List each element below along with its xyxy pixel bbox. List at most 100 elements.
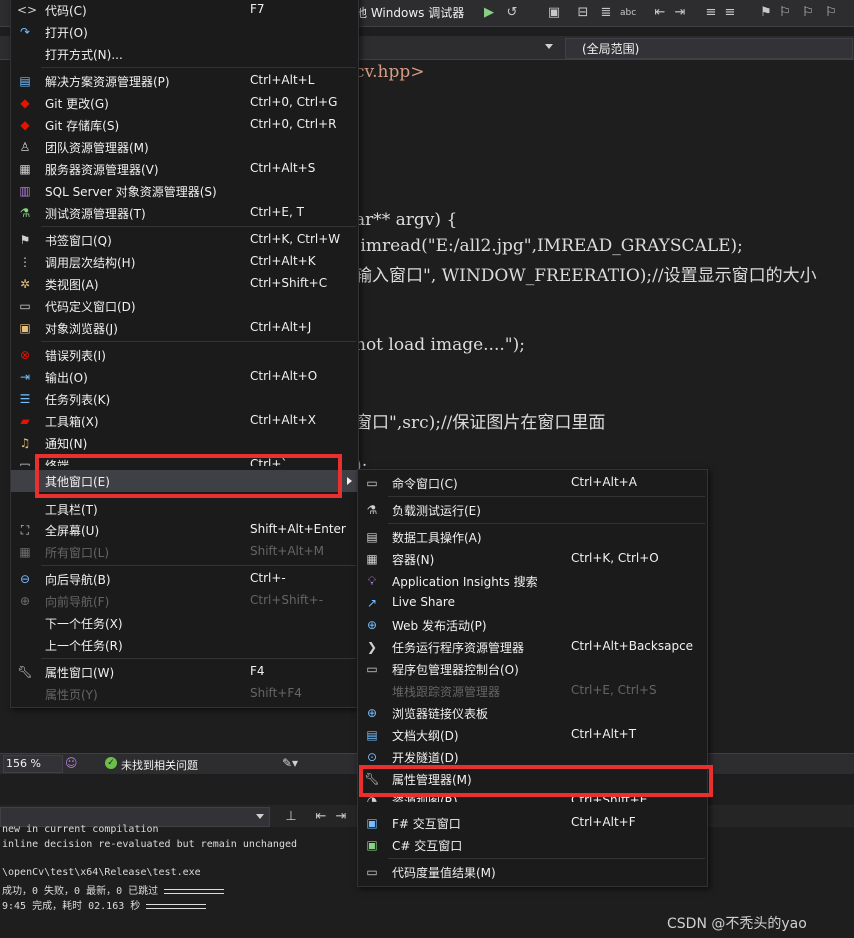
submenu-item-csharp-interactive[interactable]: ▣ C# 交互窗口 bbox=[358, 834, 707, 856]
next-bookmark-icon[interactable]: ⚐ bbox=[800, 5, 816, 21]
object-browser-icon: ▣ bbox=[19, 321, 31, 335]
menu-item-team-explorer[interactable]: ♙ 团队资源管理器(M) bbox=[11, 136, 358, 158]
submenu-item-live-share[interactable]: ↗ Live Share bbox=[358, 592, 707, 614]
menu-item-bookmark-window[interactable]: ⚑ 书签窗口(Q) Ctrl+K, Ctrl+W bbox=[11, 229, 358, 251]
scope-label: (全局范围) bbox=[582, 42, 640, 56]
output-icon: ⇥ bbox=[19, 370, 31, 384]
csharp-interactive-icon: ▣ bbox=[366, 838, 378, 852]
notification-icon: ♫ bbox=[19, 436, 31, 450]
menu-item-toolbars[interactable]: 工具栏(T) bbox=[11, 498, 358, 520]
comment-icon[interactable]: ≡ bbox=[703, 5, 719, 21]
chevron-down-icon[interactable] bbox=[256, 814, 264, 819]
git-repo-icon: ◆ bbox=[20, 118, 30, 132]
bookmark-toolbar-icon[interactable]: ⚑ bbox=[758, 5, 774, 21]
command-window-icon: ▭ bbox=[366, 476, 378, 490]
submenu-item-document-outline[interactable]: ▤ 文档大纲(D) Ctrl+Alt+T bbox=[358, 724, 707, 746]
next-message-icon[interactable]: ⇥ bbox=[333, 809, 349, 825]
fullscreen-icon: ⛶ bbox=[20, 523, 30, 537]
menu-item-code-definition[interactable]: ▭ 代码定义窗口(D) bbox=[11, 295, 358, 317]
menu-item-git-changes[interactable]: ◆ Git 更改(G) Ctrl+0, Ctrl+G bbox=[11, 92, 358, 114]
prev-message-icon[interactable]: ⇤ bbox=[313, 809, 329, 825]
test-explorer-icon: ⚗ bbox=[19, 206, 31, 220]
menu-item-notifications[interactable]: ♫ 通知(N) bbox=[11, 432, 358, 454]
menu-item-class-view[interactable]: ✲ 类视图(A) Ctrl+Shift+C bbox=[11, 273, 358, 295]
watermark: CSDN @不秃头的yao bbox=[667, 916, 807, 932]
menu-item-navigate-back[interactable]: ⊖ 向后导航(B) Ctrl+- bbox=[11, 568, 358, 590]
submenu-item-fsharp-interactive[interactable]: ▣ F# 交互窗口 Ctrl+Alt+F bbox=[358, 812, 707, 834]
submenu-item-stack-trace[interactable]: 堆栈跟踪资源管理器 Ctrl+E, Ctrl+S bbox=[358, 680, 707, 702]
bookmark-icon: ⚑ bbox=[19, 233, 31, 247]
navigate-forward-icon: ⊕ bbox=[19, 594, 31, 608]
step-over-icon[interactable]: ⇥ bbox=[672, 5, 688, 21]
menu-item-test-explorer[interactable]: ⚗ 测试资源管理器(T) Ctrl+E, T bbox=[11, 202, 358, 224]
submenu-item-package-console[interactable]: ▭ 程序包管理器控制台(O) bbox=[358, 658, 707, 680]
menu-item-toolbox[interactable]: ▰ 工具箱(X) Ctrl+Alt+X bbox=[11, 410, 358, 432]
menu-item-property-pages[interactable]: 属性页(Y) Shift+F4 bbox=[11, 683, 358, 705]
uncomment-icon[interactable]: ≡ bbox=[722, 5, 738, 21]
terminal-icon: ▭ bbox=[19, 458, 31, 466]
check-icon: ✓ bbox=[105, 757, 117, 769]
team-explorer-icon: ♙ bbox=[19, 140, 31, 154]
code-line: cv.hpp> bbox=[355, 62, 425, 82]
clear-bookmarks-icon[interactable]: ⚐ bbox=[823, 5, 839, 21]
menu-item-git-repository[interactable]: ◆ Git 存储库(S) Ctrl+0, Ctrl+R bbox=[11, 114, 358, 136]
menu-item-sql-server[interactable]: ▥ SQL Server 对象资源管理器(S) bbox=[11, 180, 358, 202]
submenu-item-task-runner[interactable]: ❯ 任务运行程序资源管理器 Ctrl+Alt+Backsapce bbox=[358, 636, 707, 658]
code-metrics-icon: ▭ bbox=[366, 865, 378, 879]
menu-item-error-list[interactable]: ⊗ 错误列表(I) bbox=[11, 344, 358, 366]
menu-item-solution-explorer[interactable]: ▤ 解决方案资源管理器(P) Ctrl+Alt+L bbox=[11, 70, 358, 92]
solution-icon[interactable]: ▣ bbox=[546, 5, 562, 21]
issues-status[interactable]: 未找到相关问题 bbox=[121, 757, 198, 773]
dev-tunnels-icon: ⊙ bbox=[366, 750, 378, 764]
debugger-target-label[interactable]: 地 Windows 调试器 bbox=[355, 4, 464, 21]
step-icon[interactable]: ⇤ bbox=[652, 5, 668, 21]
submenu-item-app-insights[interactable]: 💡︎ Application Insights 搜索 bbox=[358, 570, 707, 592]
copilot-icon[interactable]: ☺ bbox=[65, 756, 78, 770]
window-layout-icon[interactable]: ⊟ bbox=[575, 5, 591, 21]
menu-item-object-browser[interactable]: ▣ 对象浏览器(J) Ctrl+Alt+J bbox=[11, 317, 358, 339]
submenu-item-data-tools[interactable]: ▤ 数据工具操作(A) bbox=[358, 526, 707, 548]
hot-reload-icon[interactable]: ↺ bbox=[504, 5, 520, 21]
menu-item-open[interactable]: ↷ 打开(O) bbox=[11, 21, 358, 43]
open-icon: ↷ bbox=[19, 25, 31, 39]
submenu-item-containers[interactable]: ▦ 容器(N) Ctrl+K, Ctrl+O bbox=[358, 548, 707, 570]
other-windows-submenu: ▭ 命令窗口(C) Ctrl+Alt+A ⚗ 负载测试运行(E) ▤ 数据工具操作(A)… bbox=[357, 469, 708, 887]
document-outline-icon: ▤ bbox=[366, 728, 378, 742]
menu-item-fullscreen[interactable]: ⛶ 全屏幕(U) Shift+Alt+Enter bbox=[11, 519, 358, 541]
task-runner-icon: ❯ bbox=[366, 640, 378, 654]
submenu-item-browser-link[interactable]: ⊕ 浏览器链接仪表板 bbox=[358, 702, 707, 724]
code-line: 输入窗口", WINDOW_FREERATIO);//设置显示窗口的大小 bbox=[355, 266, 817, 286]
submenu-item-web-publish[interactable]: ⊕ Web 发布活动(P) bbox=[358, 614, 707, 636]
submenu-item-command-window[interactable]: ▭ 命令窗口(C) Ctrl+Alt+A bbox=[358, 472, 707, 494]
code-line: 窗口",src);//保证图片在窗口里面 bbox=[355, 413, 606, 433]
web-publish-icon: ⊕ bbox=[366, 618, 378, 632]
app-insights-icon: 💡︎ bbox=[367, 574, 377, 588]
start-debugging-icon[interactable]: ▶ bbox=[481, 5, 497, 21]
menu-item-next-task[interactable]: 下一个任务(X) bbox=[11, 612, 358, 634]
menu-item-task-list[interactable]: ☰ 任务列表(K) bbox=[11, 388, 358, 410]
view-menu: <> 代码(C) F7 ↷ 打开(O) 打开方式(N)... ▤ 解决方案资源管理器(P… bbox=[10, 0, 359, 708]
menu-item-open-with[interactable]: 打开方式(N)... bbox=[11, 43, 358, 65]
spell-check-icon[interactable]: abc bbox=[620, 5, 636, 21]
call-hierarchy-icon: ⋮ bbox=[19, 255, 31, 269]
submenu-item-load-test[interactable]: ⚗ 负载测试运行(E) bbox=[358, 499, 707, 521]
submenu-item-code-metrics[interactable]: ▭ 代码度量值结果(M) bbox=[358, 861, 707, 883]
output-line: 9:45 完成，耗时 02.163 秒 bbox=[2, 897, 207, 912]
output-line: 成功，0 失败，0 最新，0 已跳过 bbox=[2, 882, 225, 897]
menu-item-navigate-forward[interactable]: ⊕ 向前导航(F) Ctrl+Shift+- bbox=[11, 590, 358, 612]
menu-item-all-windows[interactable]: ▦ 所有窗口(L) Shift+Alt+M bbox=[11, 541, 358, 563]
menu-item-code[interactable]: <> 代码(C) F7 bbox=[11, 0, 358, 21]
prev-bookmark-icon[interactable]: ⚐ bbox=[777, 5, 793, 21]
menu-item-server-explorer[interactable]: ▦ 服务器资源管理器(V) Ctrl+Alt+S bbox=[11, 158, 358, 180]
menu-item-output[interactable]: ⇥ 输出(O) Ctrl+Alt+O bbox=[11, 366, 358, 388]
code-line: ar** argv) { bbox=[355, 210, 458, 230]
find-in-output-icon[interactable]: ⊥ bbox=[283, 809, 299, 825]
member-dropdown-arrow-icon[interactable] bbox=[545, 44, 553, 49]
menu-item-previous-task[interactable]: 上一个任务(R) bbox=[11, 634, 358, 656]
code-cleanup-icon[interactable]: ✎▾ bbox=[282, 756, 298, 770]
server-explorer-icon: ▦ bbox=[19, 162, 31, 176]
menu-item-call-hierarchy[interactable]: ⋮ 调用层次结构(H) Ctrl+Alt+K bbox=[11, 251, 358, 273]
indent-icon[interactable]: ≣ bbox=[598, 5, 614, 21]
menu-item-properties-window[interactable]: 🔧︎ 属性窗口(W) F4 bbox=[11, 661, 358, 683]
navigate-back-icon: ⊖ bbox=[19, 572, 31, 586]
